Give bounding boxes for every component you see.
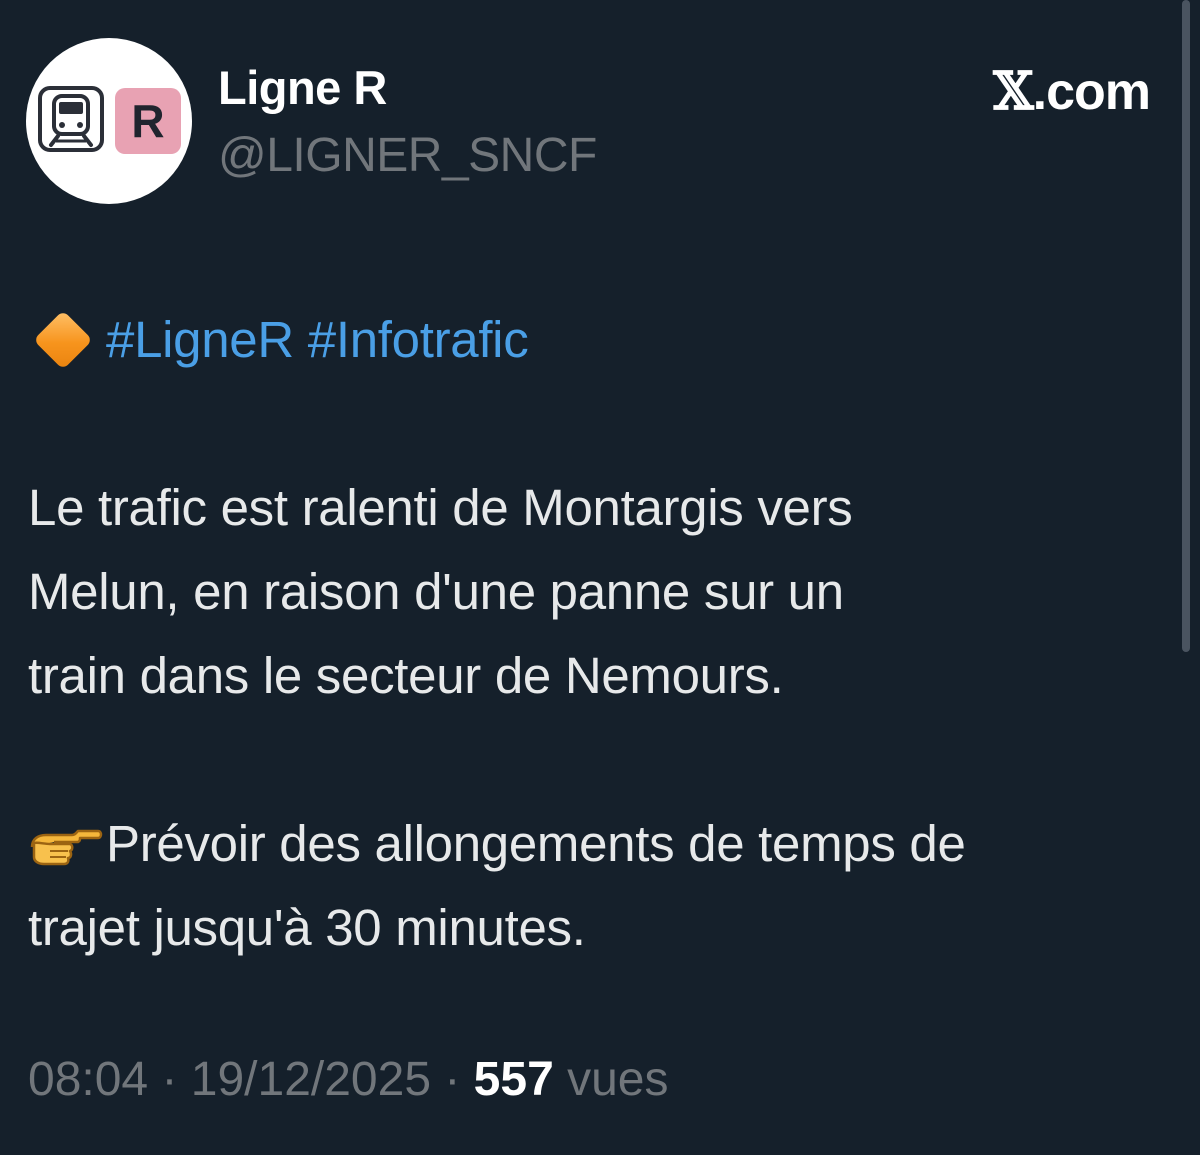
pointing-hand-icon (30, 829, 103, 866)
avatar[interactable]: R (26, 38, 192, 204)
tweet-meta: 08:04 · 19/12/2025 · 557 vues (28, 1050, 669, 1110)
tweet-header: R Ligne R @LIGNER_SNCF 𝕏.com (26, 38, 1156, 208)
tweet-text-line: train dans le secteur de Nemours. (28, 647, 784, 704)
site-suffix: .com (1032, 63, 1151, 121)
hashtag-ligner[interactable]: #LigneR (106, 298, 294, 382)
views-count: 557 (473, 1053, 554, 1106)
tweet-time[interactable]: 08:04 (28, 1053, 148, 1106)
tweet-text-line: trajet jusqu'à 30 minutes. (28, 899, 586, 956)
author-handle[interactable]: @LIGNER_SNCF (218, 128, 597, 184)
tweet-text-line: Melun, en raison d'une panne sur un (28, 563, 844, 620)
x-logo-icon: 𝕏 (993, 61, 1033, 122)
tweet-text-line: Le trafic est ralenti de Montargis vers (28, 479, 853, 536)
hashtag-line: #LigneR #Infotrafic (28, 298, 1178, 382)
tweet-body: #LigneR #Infotrafic Le trafic est ralent… (28, 298, 1178, 970)
tweet-date[interactable]: 19/12/2025 (191, 1053, 431, 1106)
meta-separator: · (431, 1053, 474, 1106)
tweet-text-line: Prévoir des allongements de temps de (28, 802, 1178, 886)
author-display-name[interactable]: Ligne R (218, 60, 387, 116)
hashtag-infotrafic[interactable]: #Infotrafic (308, 298, 529, 382)
views-label: vues (567, 1053, 669, 1106)
scrollbar[interactable] (1182, 0, 1190, 652)
train-icon (38, 86, 104, 152)
orange-diamond-icon (33, 310, 93, 370)
x-com-label: 𝕏.com (993, 61, 1151, 122)
line-r-badge: R (115, 88, 181, 154)
meta-separator: · (148, 1053, 191, 1106)
tweet-text-fragment: Prévoir des allongements de temps de (106, 815, 966, 872)
